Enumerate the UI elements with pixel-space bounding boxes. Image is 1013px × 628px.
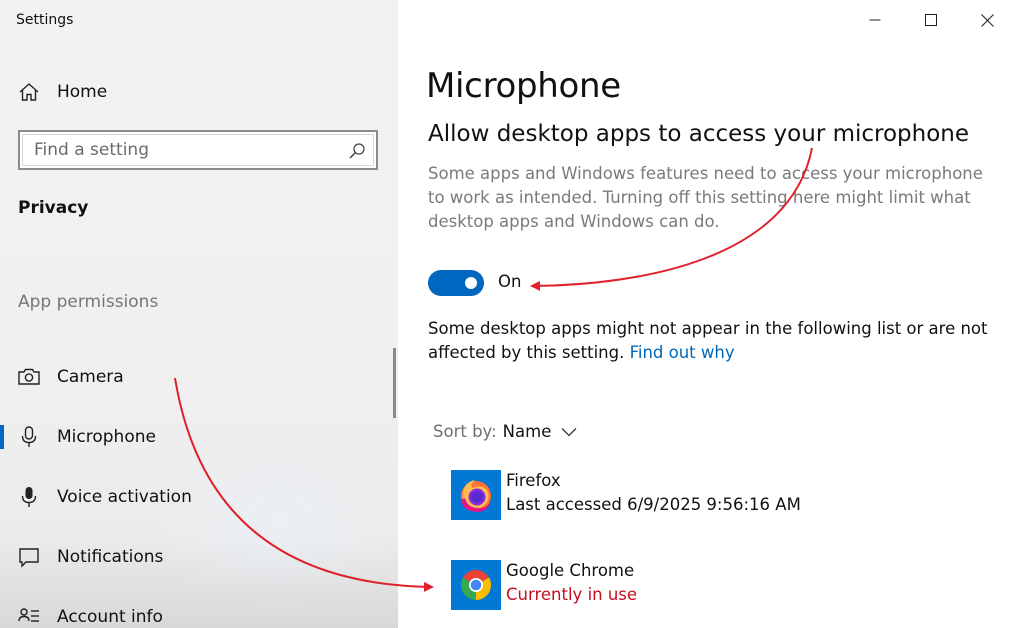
desktop-apps-microphone-toggle[interactable] bbox=[428, 270, 484, 296]
sidebar-item-account-info[interactable]: Account info bbox=[0, 595, 396, 628]
app-text: Firefox Last accessed 6/9/2025 9:56:16 A… bbox=[506, 469, 801, 520]
app-list-item-google-chrome: Google Chrome Currently in use bbox=[451, 560, 637, 610]
sidebar-scrollbar[interactable] bbox=[393, 348, 396, 418]
chrome-icon bbox=[451, 560, 501, 610]
maximize-button[interactable] bbox=[903, 0, 959, 40]
window-title: Settings bbox=[16, 12, 74, 28]
sidebar-item-microphone[interactable]: Microphone bbox=[0, 415, 396, 459]
page-title: Microphone bbox=[426, 66, 621, 106]
app-status: Last accessed 6/9/2025 9:56:16 AM bbox=[506, 495, 801, 514]
app-name: Google Chrome bbox=[506, 561, 635, 580]
app-name: Firefox bbox=[506, 471, 561, 490]
voice-activation-icon bbox=[21, 487, 37, 507]
microphone-icon bbox=[21, 426, 37, 447]
sort-dropdown[interactable]: Sort by: Name bbox=[433, 422, 577, 441]
app-status-in-use: Currently in use bbox=[506, 585, 638, 604]
toggle-knob bbox=[465, 277, 477, 289]
sidebar-item-notifications[interactable]: Notifications bbox=[0, 535, 396, 579]
sidebar-item-label: Camera bbox=[57, 367, 124, 387]
sidebar-item-label: Microphone bbox=[57, 427, 156, 447]
app-list-item-firefox: Firefox Last accessed 6/9/2025 9:56:16 A… bbox=[451, 470, 801, 520]
sidebar-item-home[interactable]: Home bbox=[18, 78, 107, 106]
group-label: App permissions bbox=[18, 292, 159, 312]
sidebar-item-camera[interactable]: Camera bbox=[0, 355, 396, 399]
sort-value: Name bbox=[502, 422, 552, 441]
home-icon bbox=[19, 83, 39, 101]
minimize-button[interactable] bbox=[847, 0, 903, 40]
sidebar-item-label: Voice activation bbox=[57, 487, 192, 507]
camera-icon bbox=[18, 368, 40, 385]
close-icon bbox=[980, 13, 994, 27]
toggle-state-label: On bbox=[498, 272, 522, 291]
sidebar-item-label: Notifications bbox=[57, 547, 164, 567]
search-input[interactable] bbox=[20, 133, 340, 167]
sidebar: Settings Home Privacy App permissions Ca… bbox=[0, 0, 398, 628]
chevron-down-icon bbox=[561, 427, 577, 436]
section-title: Privacy bbox=[18, 198, 89, 218]
app-text: Google Chrome Currently in use bbox=[506, 559, 637, 610]
notifications-icon bbox=[19, 548, 39, 568]
apps-list-note: Some desktop apps might not appear in th… bbox=[428, 317, 1003, 365]
firefox-icon bbox=[451, 470, 501, 520]
close-button[interactable] bbox=[959, 0, 1013, 40]
section-heading: Allow desktop apps to access your microp… bbox=[428, 121, 970, 147]
section-description: Some apps and Windows features need to a… bbox=[428, 164, 983, 231]
search-box[interactable] bbox=[18, 130, 378, 170]
sidebar-item-label: Account info bbox=[57, 607, 163, 627]
search-icon[interactable] bbox=[348, 142, 366, 160]
sort-label: Sort by: bbox=[433, 422, 497, 441]
account-info-icon bbox=[18, 608, 39, 622]
find-out-why-link[interactable]: Find out why bbox=[630, 343, 735, 362]
minimize-icon bbox=[869, 19, 881, 21]
sidebar-item-label: Home bbox=[57, 82, 108, 102]
sidebar-item-voice-activation[interactable]: Voice activation bbox=[0, 475, 396, 519]
maximize-icon bbox=[925, 14, 937, 26]
